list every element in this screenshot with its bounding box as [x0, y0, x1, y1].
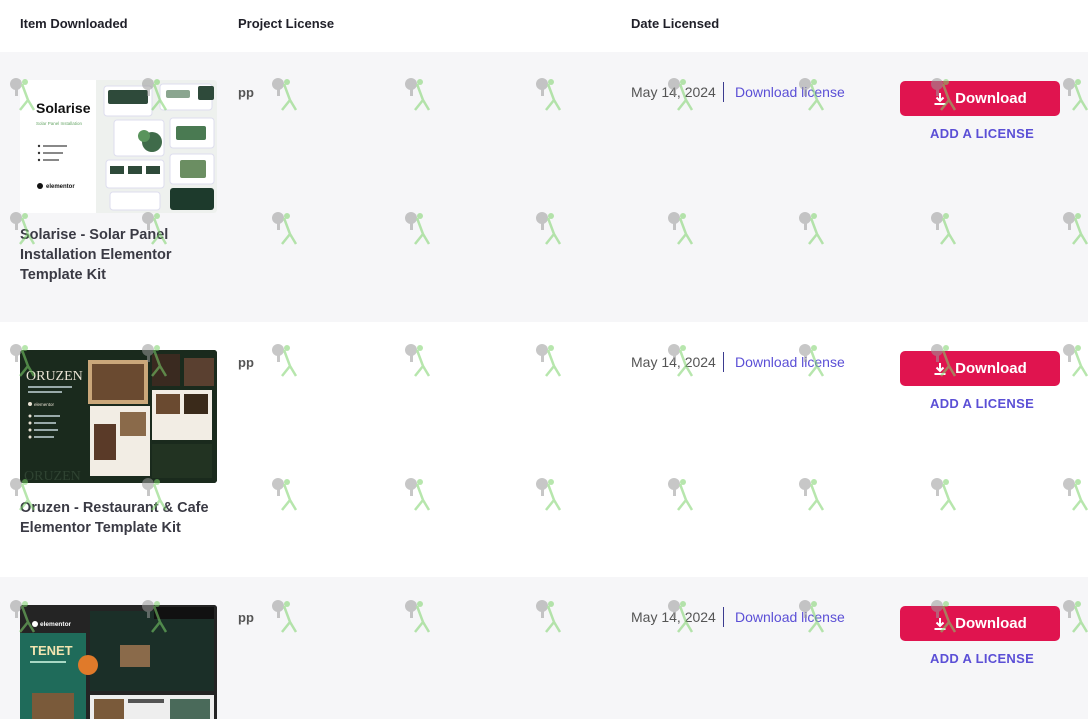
date-licensed: May 14, 2024 [631, 354, 716, 370]
download-license-link[interactable]: Download license [735, 609, 845, 625]
thumb-brand: Solarise [36, 100, 91, 116]
thumb-brand: TENET [30, 643, 73, 658]
svg-text:elementor: elementor [34, 402, 55, 407]
svg-text:ORUZEN: ORUZEN [24, 469, 81, 483]
download-button-label: Download [955, 90, 1027, 107]
add-license-link[interactable]: ADD A LICENSE [930, 126, 1034, 141]
thumb-brand: ORUZEN [26, 369, 83, 384]
download-button[interactable]: Download [900, 81, 1060, 116]
downloads-table: Item Downloaded Project License Date Lic… [0, 0, 1088, 719]
download-button[interactable]: Download [900, 351, 1060, 386]
item-thumbnail[interactable]: ORUZEN elementor ORUZEN [20, 350, 217, 483]
item-title[interactable]: Oruzen - Restaurant & Cafe Elementor Tem… [20, 498, 220, 538]
date-licensed: May 14, 2024 [631, 609, 716, 625]
add-license-link[interactable]: ADD A LICENSE [930, 651, 1034, 666]
download-license-link[interactable]: Download license [735, 84, 845, 100]
divider [723, 352, 724, 372]
download-button[interactable]: Download [900, 606, 1060, 641]
tenet-thumbnail-art: elementor TENET [20, 605, 217, 719]
header-project-license: Project License [238, 16, 335, 31]
download-icon [934, 92, 946, 105]
project-license-value: pp [238, 610, 254, 625]
table-row: elementor TENET pp May 14, 2024 Download… [0, 577, 1088, 719]
svg-text:elementor: elementor [40, 621, 72, 628]
download-icon [934, 362, 946, 375]
svg-text:elementor: elementor [46, 184, 75, 190]
download-button-label: Download [955, 360, 1027, 377]
table-row: Solarise Solar Panel Installation elemen… [0, 52, 1088, 322]
download-license-link[interactable]: Download license [735, 354, 845, 370]
item-title[interactable]: Solarise - Solar Panel Installation Elem… [20, 225, 220, 285]
project-license-value: pp [238, 355, 254, 370]
solarise-thumbnail-art: Solarise Solar Panel Installation elemen… [20, 80, 217, 213]
date-licensed: May 14, 2024 [631, 84, 716, 100]
table-row: ORUZEN elementor ORUZEN Oruzen - Restaur… [0, 322, 1088, 577]
download-button-label: Download [955, 615, 1027, 632]
divider [723, 82, 724, 102]
download-icon [934, 617, 946, 630]
item-thumbnail[interactable]: elementor TENET [20, 605, 217, 719]
add-license-link[interactable]: ADD A LICENSE [930, 396, 1034, 411]
oruzen-thumbnail-art: ORUZEN elementor ORUZEN [20, 350, 217, 483]
project-license-value: pp [238, 85, 254, 100]
svg-text:Solar Panel Installation: Solar Panel Installation [36, 121, 83, 126]
item-thumbnail[interactable]: Solarise Solar Panel Installation elemen… [20, 80, 217, 213]
table-header: Item Downloaded Project License Date Lic… [0, 0, 1088, 52]
header-item-downloaded: Item Downloaded [20, 16, 128, 31]
divider [723, 607, 724, 627]
header-date-licensed: Date Licensed [631, 16, 720, 31]
